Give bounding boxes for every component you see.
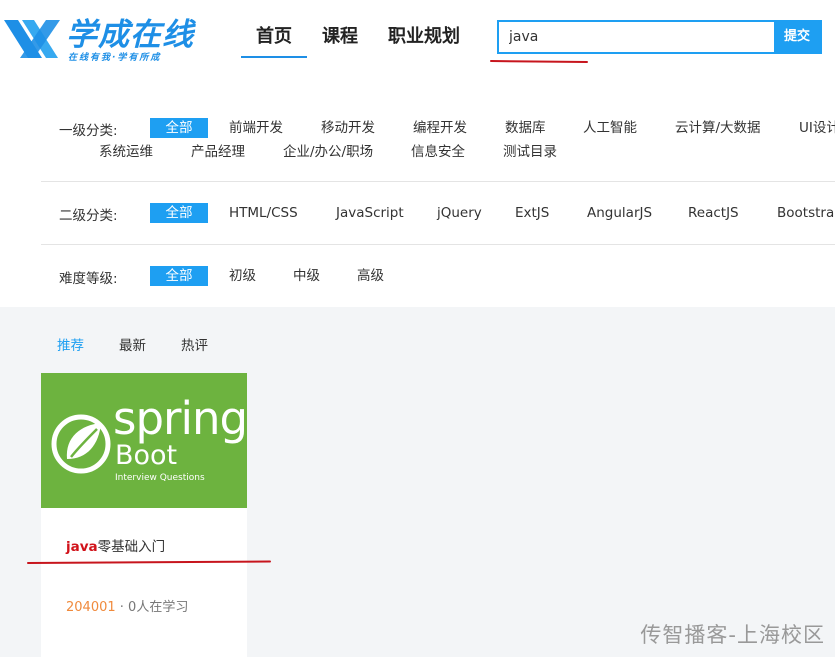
course-title-rest: 零基础入门 [97,539,166,555]
filter-level1-item[interactable]: 编程开发 [413,118,467,138]
filter-level1-item[interactable]: 前端开发 [229,118,283,138]
course-thumbnail[interactable]: spring Boot Interview Questions [41,373,247,508]
filter-difficulty-item[interactable]: 初级 [229,266,256,286]
nav-courses[interactable]: 课程 [322,24,358,50]
filter-level1-item[interactable]: 移动开发 [321,118,375,138]
spring-logo-line3: Interview Questions [115,473,205,483]
divider [41,181,835,182]
filter-difficulty-all[interactable]: 全部 [150,266,208,286]
sort-tab-recommended[interactable]: 推荐 [57,334,84,354]
sort-tab-newest[interactable]: 最新 [119,334,146,354]
filter-level2-item[interactable]: ExtJS [515,203,549,223]
course-list-area: 推荐 最新 热评 spring Boot Interview Questions… [0,307,835,657]
filter-difficulty-item[interactable]: 中级 [293,266,320,286]
filter-level1-all[interactable]: 全部 [150,118,208,138]
filter-level2-item[interactable]: JavaScript [336,203,404,223]
filter-level2-item[interactable]: ReactJS [688,203,739,223]
filter-difficulty-item[interactable]: 高级 [357,266,384,286]
header: 学成在线 在线有我·学有所成 首页 课程 职业规划 提交 [0,0,835,80]
course-id: 204001 [66,600,116,615]
search-submit-button[interactable]: 提交 [774,22,820,52]
logo-slogan: 在线有我·学有所成 [68,53,162,63]
filter-level1-item[interactable]: 系统运维 [99,142,153,162]
logo[interactable]: 学成在线 在线有我·学有所成 [2,14,202,64]
filter-level1-item[interactable]: 产品经理 [191,142,245,162]
divider [41,244,835,245]
filter-level1-item[interactable]: 企业/办公/职场 [283,142,373,162]
filter-level1-label: 一级分类: [59,123,118,139]
filter-level1-item[interactable]: 人工智能 [583,118,637,138]
nav-home[interactable]: 首页 [241,24,307,58]
search-input[interactable] [499,22,775,52]
spring-logo-line1: spring [113,392,247,445]
filter-level2-item[interactable]: jQuery [437,203,482,223]
watermark: 传智播客-上海校区 [640,623,825,647]
filter-level2-item[interactable]: AngularJS [587,203,652,223]
filter-level2-item[interactable]: HTML/CSS [229,203,298,223]
filter-level1-item[interactable]: UI设计 [799,118,835,138]
filter-level1-item[interactable]: 测试目录 [503,142,557,162]
course-title[interactable]: java零基础入门 [66,535,165,555]
sort-tab-hot-comments[interactable]: 热评 [181,334,208,354]
course-card[interactable]: spring Boot Interview Questions java零基础入… [41,373,247,657]
spring-logo-line2: Boot [115,440,178,471]
search-box: 提交 [497,20,822,54]
filter-level1-item[interactable]: 数据库 [505,118,546,138]
course-meta: 204001 · 0人在学习 [66,596,188,615]
nav-career[interactable]: 职业规划 [388,24,460,50]
filter-level2-item[interactable]: Bootstrap [777,203,835,223]
filter-level1-item[interactable]: 云计算/大数据 [675,118,761,138]
course-students: · 0人在学习 [119,600,189,615]
filter-level2-all[interactable]: 全部 [150,203,208,223]
logo-text: 学成在线 [66,17,194,53]
logo-x-icon [4,20,60,58]
filter-level1-item[interactable]: 信息安全 [411,142,465,162]
course-title-highlight: java [66,539,98,555]
filter-difficulty-label: 难度等级: [59,271,118,287]
filter-level2-label: 二级分类: [59,208,118,224]
